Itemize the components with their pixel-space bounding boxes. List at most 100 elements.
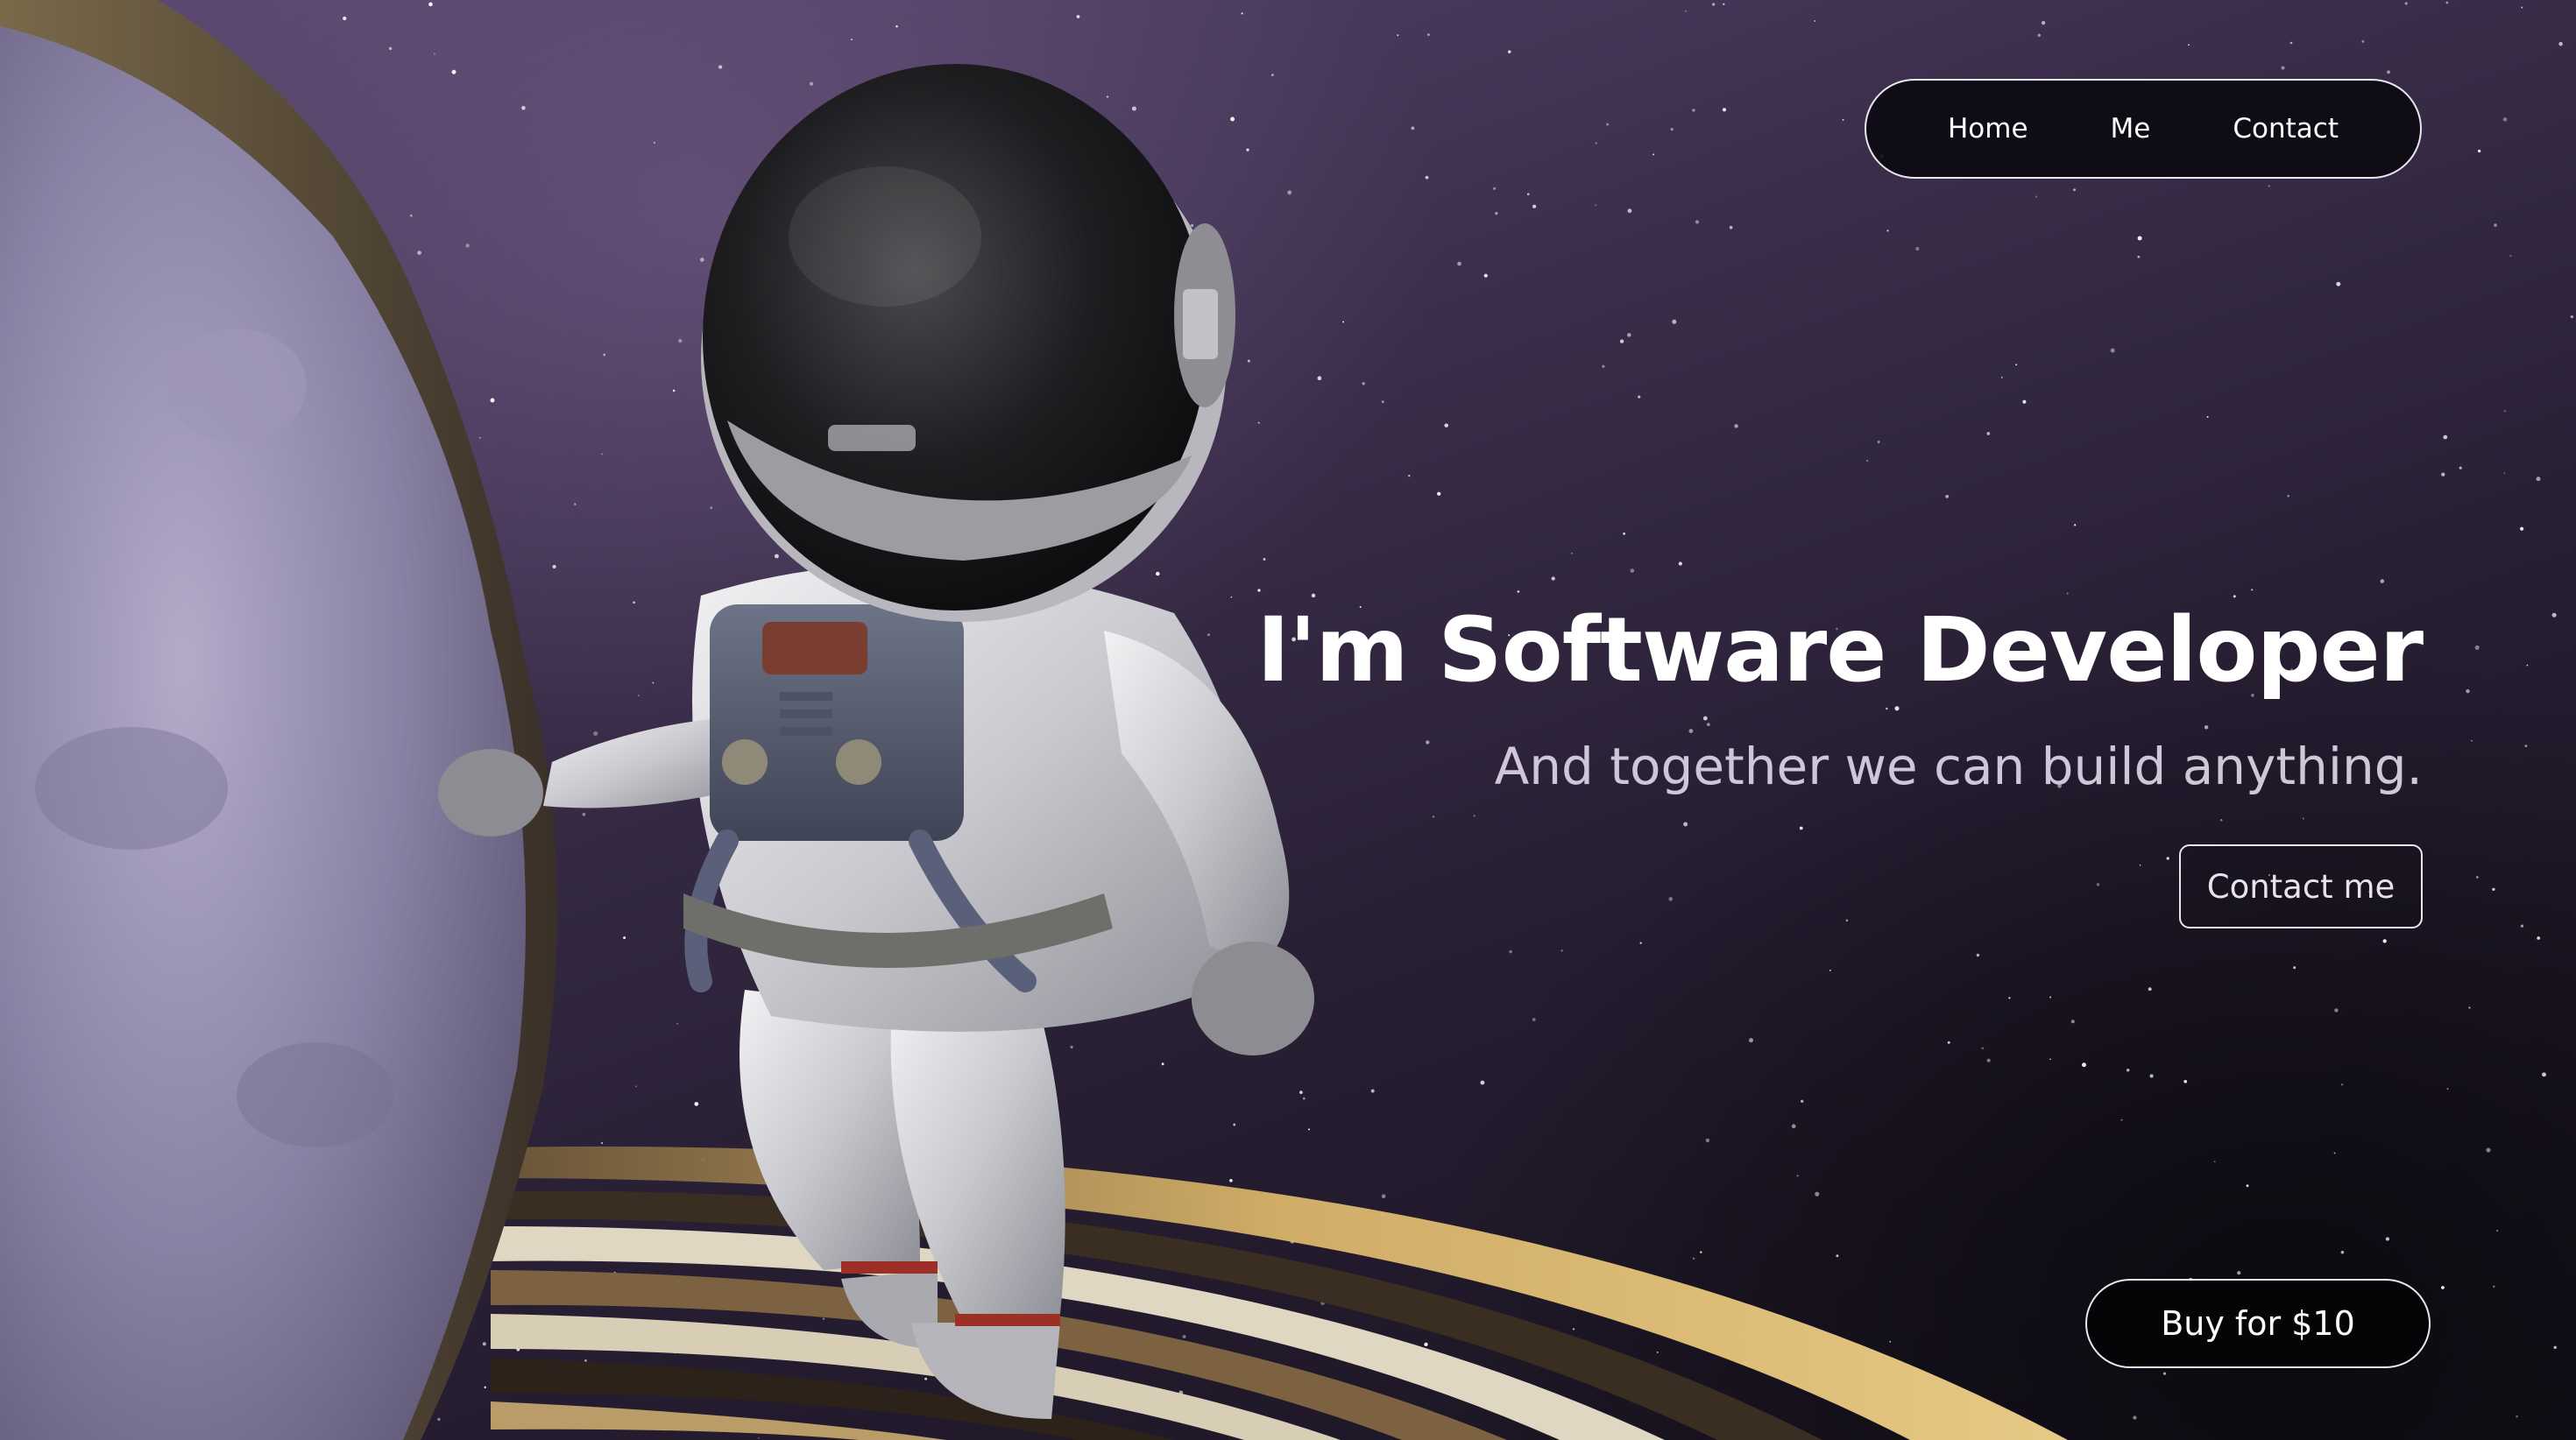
star — [1437, 491, 1441, 496]
nav-link-me[interactable]: Me — [2111, 113, 2151, 145]
star — [1425, 175, 1429, 180]
star — [2268, 185, 2270, 187]
star — [2520, 924, 2524, 928]
star — [1263, 558, 1266, 561]
star — [2096, 883, 2100, 886]
star — [1526, 193, 1530, 195]
star — [2035, 195, 2038, 198]
star — [2521, 6, 2523, 9]
star — [634, 1085, 637, 1088]
star — [2443, 434, 2448, 440]
star — [1572, 1328, 1575, 1331]
star — [1397, 34, 1399, 37]
star — [2281, 66, 2285, 70]
star — [1370, 1089, 1375, 1093]
star — [1381, 1194, 1386, 1199]
star — [2233, 595, 2236, 598]
star — [1829, 969, 1831, 971]
star — [1473, 815, 1476, 817]
star — [1595, 204, 1597, 207]
star — [2503, 472, 2506, 475]
star — [1229, 1178, 1233, 1182]
star — [2070, 1020, 2075, 1024]
star — [1692, 109, 1695, 112]
star — [1749, 1038, 1753, 1043]
star — [1702, 716, 1708, 721]
star — [2333, 1152, 2336, 1154]
star — [757, 1436, 760, 1439]
nav-link-home[interactable]: Home — [1948, 113, 2028, 145]
star — [2302, 817, 2304, 820]
star — [1257, 421, 1260, 424]
star — [1842, 118, 1844, 121]
star — [2133, 1415, 2137, 1420]
star — [490, 398, 495, 403]
star — [1945, 494, 1950, 498]
star — [1656, 1351, 1659, 1353]
star — [2066, 592, 2069, 595]
star — [924, 1377, 928, 1380]
star — [1424, 1342, 1428, 1347]
star — [1432, 815, 1434, 818]
star — [1692, 1257, 1695, 1260]
star — [2041, 20, 2046, 25]
star — [2524, 745, 2528, 748]
star — [2213, 1161, 2216, 1163]
star — [1815, 1191, 1820, 1196]
star — [2287, 495, 2289, 498]
star — [2446, 1088, 2449, 1091]
star — [2204, 725, 2209, 730]
star — [2551, 612, 2557, 618]
contact-me-button[interactable]: Contact me — [2179, 844, 2423, 928]
star — [1207, 633, 1210, 637]
star — [593, 731, 598, 736]
star — [1230, 596, 1233, 598]
planet-rings — [491, 1146, 2068, 1440]
star — [1070, 1045, 1073, 1048]
star — [451, 69, 456, 74]
star — [2361, 39, 2365, 43]
star — [1606, 123, 1610, 126]
star — [2553, 1345, 2557, 1350]
star — [1241, 12, 1243, 15]
star — [484, 1386, 486, 1389]
star — [1723, 3, 1725, 5]
star — [1722, 108, 1727, 112]
star — [1233, 1123, 1236, 1126]
star — [1495, 211, 1498, 215]
nav-link-contact[interactable]: Contact — [2233, 113, 2339, 145]
star — [433, 53, 435, 55]
star — [1986, 432, 1991, 435]
star — [1729, 225, 1733, 229]
star — [465, 244, 470, 248]
star — [1532, 1018, 1536, 1021]
hero-title: I'm Software Developer — [1256, 598, 2424, 702]
star — [2340, 1250, 2345, 1254]
star — [1257, 589, 1261, 592]
star — [1886, 229, 1889, 232]
star — [1311, 593, 1316, 598]
star — [1836, 1254, 1839, 1258]
star — [633, 601, 635, 604]
buy-button[interactable]: Buy for $10 — [2085, 1279, 2431, 1368]
star — [521, 106, 526, 110]
star — [2341, 1084, 2344, 1086]
star — [1845, 919, 1849, 922]
star — [2049, 1058, 2051, 1061]
star — [1156, 571, 1160, 576]
star — [1131, 106, 1136, 111]
star — [672, 389, 676, 392]
star — [428, 2, 433, 7]
star — [1678, 561, 1682, 566]
star — [1814, 19, 1816, 23]
star — [2037, 33, 2041, 37]
star — [1493, 187, 1497, 190]
star — [1700, 1251, 1702, 1253]
star — [1688, 729, 1694, 733]
star — [1480, 1080, 1485, 1085]
star — [2074, 524, 2077, 526]
star — [437, 1417, 441, 1421]
star — [478, 436, 481, 439]
star — [2503, 410, 2506, 413]
star — [2570, 315, 2573, 319]
